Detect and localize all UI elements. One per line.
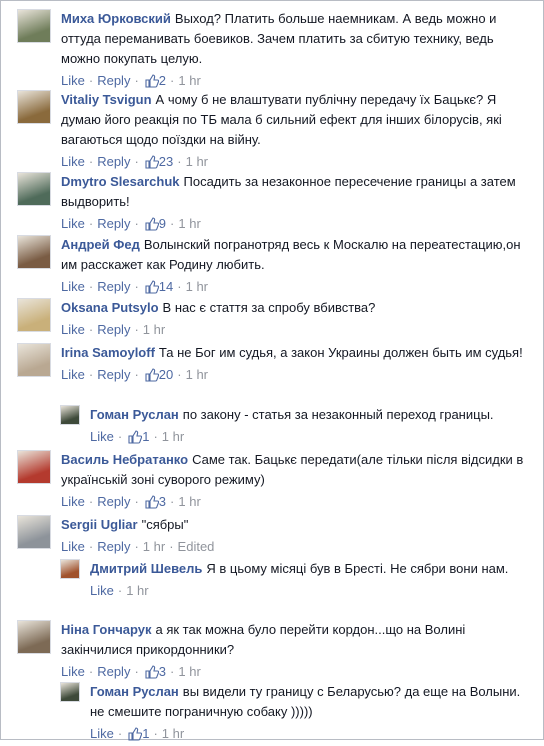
timestamp[interactable]: 1 hr	[143, 322, 165, 337]
comment-text: "сябры"	[141, 517, 189, 532]
timestamp[interactable]: 1 hr	[186, 154, 208, 169]
avatar[interactable]	[17, 620, 51, 654]
like-count[interactable]: 20	[159, 367, 173, 382]
avatar[interactable]	[17, 90, 51, 124]
comment-text: В нас є стаття за спробу вбивства?	[162, 300, 376, 315]
like-count[interactable]: 23	[159, 154, 173, 169]
avatar[interactable]	[17, 450, 51, 484]
thumbs-up-icon[interactable]	[145, 217, 159, 236]
reply-link[interactable]: Reply	[97, 367, 130, 382]
timestamp[interactable]: 1 hr	[186, 367, 208, 382]
avatar[interactable]	[17, 298, 51, 332]
comment-author[interactable]: Irina Samoyloff	[61, 345, 155, 360]
timestamp[interactable]: 1 hr	[143, 539, 165, 554]
comment-author[interactable]: Андрей Фед	[61, 237, 140, 252]
like-link[interactable]: Like	[61, 494, 85, 509]
like-count[interactable]: 3	[159, 664, 166, 679]
avatar[interactable]	[60, 405, 80, 425]
comment-author[interactable]: Василь Небратанко	[61, 452, 188, 467]
like-link[interactable]: Like	[61, 664, 85, 679]
like-link[interactable]: Like	[90, 429, 114, 444]
like-link[interactable]: Like	[61, 154, 85, 169]
comment-author[interactable]: Sergii Ugliar	[61, 517, 138, 532]
reply-link[interactable]: Reply	[97, 494, 130, 509]
comment-author[interactable]: Oksana Putsylo	[61, 300, 159, 315]
comment: Андрей Фед Волынский погранотряд весь к М…	[17, 235, 529, 299]
comment: Dmytro Slesarchuk Посадить за незаконное …	[17, 172, 529, 236]
timestamp[interactable]: 1 hr	[178, 494, 200, 509]
avatar[interactable]	[17, 343, 51, 377]
like-link[interactable]: Like	[61, 216, 85, 231]
timestamp[interactable]: 1 hr	[162, 429, 184, 444]
reply-link[interactable]: Reply	[97, 322, 130, 337]
like-count[interactable]: 1	[142, 429, 149, 444]
comment-text: по закону - статья за незаконный переход…	[182, 407, 494, 422]
reply-link[interactable]: Reply	[97, 216, 130, 231]
avatar[interactable]	[17, 9, 51, 43]
comment-text: Та не Бог им судья, а закон Украины долж…	[158, 345, 523, 360]
comment-author[interactable]: Гоман Руслан	[90, 407, 179, 422]
comment-text: Я в цьому місяці був в Бресті. Не сябри …	[206, 561, 509, 576]
comment: Irina Samoyloff Та не Бог им судья, а зак…	[17, 343, 529, 387]
reply-link[interactable]: Reply	[97, 539, 130, 554]
comment-author[interactable]: Ніна Гончарук	[61, 622, 152, 637]
thumbs-up-icon[interactable]	[145, 280, 159, 299]
comment-author[interactable]: Dmytro Slesarchuk	[61, 174, 180, 189]
like-link[interactable]: Like	[61, 367, 85, 382]
timestamp[interactable]: 1 hr	[186, 279, 208, 294]
reply-link[interactable]: Reply	[97, 664, 130, 679]
like-link[interactable]: Like	[61, 539, 85, 554]
comment-author[interactable]: Гоман Руслан	[90, 684, 179, 699]
like-count[interactable]: 3	[159, 494, 166, 509]
reply-comment: Гоман Руслан вы видели ту границу с Белар…	[60, 682, 529, 746]
avatar[interactable]	[17, 235, 51, 269]
comment: Sergii Ugliar "сябры" Like · Reply · 1 hr · Edi…	[17, 515, 529, 556]
like-link[interactable]: Like	[90, 726, 114, 741]
reply-link[interactable]: Reply	[97, 154, 130, 169]
thumbs-up-icon[interactable]	[145, 368, 159, 387]
like-count[interactable]: 14	[159, 279, 173, 294]
comment-author[interactable]: Дмитрий Шевель	[90, 561, 202, 576]
like-link[interactable]: Like	[90, 583, 114, 598]
comment: Василь Небратанко Саме так. Бацькє переда…	[17, 450, 529, 514]
like-count[interactable]: 1	[142, 726, 149, 741]
reply-link[interactable]: Reply	[97, 279, 130, 294]
thumbs-up-icon[interactable]	[145, 495, 159, 514]
like-count[interactable]: 9	[159, 216, 166, 231]
avatar[interactable]	[60, 559, 80, 579]
comments-panel: Миха Юрковский Выход? Платить больше наем…	[0, 0, 544, 741]
thumbs-up-icon[interactable]	[128, 430, 143, 449]
avatar[interactable]	[17, 515, 51, 549]
edited-label[interactable]: Edited	[178, 539, 215, 554]
thumbs-up-icon[interactable]	[128, 727, 143, 746]
avatar[interactable]	[17, 172, 51, 206]
comment: Vitaliy Tsvigun А чому б не влаштувати пу…	[17, 90, 529, 174]
timestamp[interactable]: 1 hr	[178, 73, 200, 88]
avatar[interactable]	[60, 682, 80, 702]
reply-link[interactable]: Reply	[97, 73, 130, 88]
timestamp[interactable]: 1 hr	[178, 216, 200, 231]
like-count[interactable]: 2	[159, 73, 166, 88]
like-link[interactable]: Like	[61, 279, 85, 294]
comment-author[interactable]: Vitaliy Tsvigun	[61, 92, 152, 107]
timestamp[interactable]: 1 hr	[178, 664, 200, 679]
timestamp[interactable]: 1 hr	[162, 726, 184, 741]
reply-comment: Гоман Руслан по закону - статья за незако…	[60, 405, 529, 449]
comment: Миха Юрковский Выход? Платить больше наем…	[17, 9, 529, 93]
comment: Oksana Putsylo В нас є стаття за спробу в…	[17, 298, 529, 339]
timestamp[interactable]: 1 hr	[126, 583, 148, 598]
like-link[interactable]: Like	[61, 322, 85, 337]
reply-comment: Дмитрий Шевель Я в цьому місяці був в Бре…	[60, 559, 529, 600]
comment: Ніна Гончарук а як так можна було перейти…	[17, 620, 529, 684]
like-link[interactable]: Like	[61, 73, 85, 88]
comment-author[interactable]: Миха Юрковский	[61, 11, 171, 26]
